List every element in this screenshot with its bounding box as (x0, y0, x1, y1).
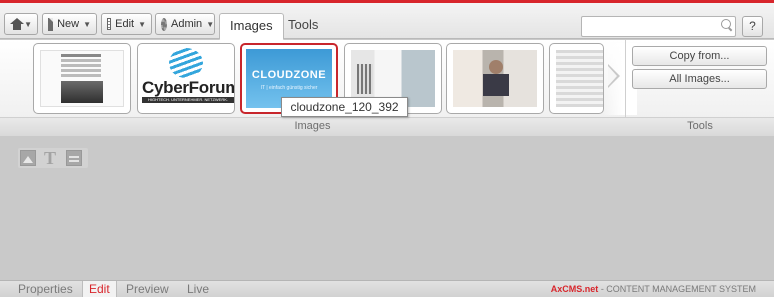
copy-from-button[interactable]: Copy from... (632, 46, 767, 66)
gear-icon (161, 17, 167, 31)
tools-group-label: Tools (687, 120, 713, 132)
ribbon-tab-bar: ▼ New ▼ Edit ▼ Admin ▼ Images Tools ? (0, 3, 774, 40)
brand-tagline: - CONTENT MANAGEMENT SYSTEM (600, 284, 756, 294)
chevron-down-icon: ▼ (206, 19, 215, 29)
cloudzone-logo-text: CLOUDZONE (251, 69, 327, 81)
ribbon-group-labels: Images Tools (0, 117, 774, 136)
all-images-button[interactable]: All Images... (632, 69, 767, 89)
insert-toolbar: T (18, 148, 88, 168)
insert-text-icon[interactable]: T (42, 149, 58, 167)
edit-button-label: Edit (115, 18, 135, 30)
person-thumbnail (453, 50, 537, 107)
chevron-down-icon: ▼ (24, 19, 32, 29)
admin-button[interactable]: Admin ▼ (155, 13, 215, 35)
gallery-item-person[interactable] (446, 43, 544, 114)
new-button[interactable]: New ▼ (42, 13, 97, 35)
ribbon-content: CyberForum HIGHTECH. UNTERNEHMER. NETZWE… (0, 40, 774, 136)
home-icon (10, 18, 25, 30)
admin-button-label: Admin (171, 18, 203, 30)
search-input[interactable] (581, 16, 736, 37)
edit-button[interactable]: Edit ▼ (101, 13, 152, 35)
tab-tools-label: Tools (288, 17, 319, 32)
insert-layout-icon[interactable] (66, 150, 82, 166)
partial-thumbnail (556, 50, 603, 107)
thumbnail-tooltip: cloudzone_120_392 (281, 97, 408, 117)
content-canvas: T (0, 137, 774, 280)
chevron-down-icon: ▼ (83, 19, 91, 29)
mode-tab-edit[interactable]: Edit (82, 281, 117, 297)
mode-tab-properties[interactable]: Properties (12, 281, 79, 297)
help-button[interactable]: ? (742, 16, 763, 37)
cloudzone-logo-subtitle: IT | einfach günstig sicher (260, 85, 318, 91)
gallery-item-document[interactable] (33, 43, 131, 114)
new-document-icon (48, 17, 54, 31)
tab-images[interactable]: Images (219, 13, 284, 40)
cyberforum-logo-subtitle: HIGHTECH. UNTERNEHMER. NETZWERK. (142, 97, 234, 103)
brand-name: AxCMS.net (550, 284, 599, 294)
edit-icon (107, 18, 112, 30)
cyberforum-logo-text: CyberForum (142, 78, 235, 97)
cyberforum-globe-logo (169, 48, 203, 78)
search-icon (721, 19, 733, 31)
mode-bar: Properties Edit Preview Live AxCMS.net -… (0, 280, 774, 297)
home-button[interactable]: ▼ (4, 13, 38, 35)
mode-tab-live[interactable]: Live (181, 281, 215, 297)
images-group-label: Images (294, 120, 331, 132)
insert-image-icon[interactable] (20, 150, 36, 166)
chevron-down-icon: ▼ (138, 19, 146, 29)
tab-images-label: Images (230, 18, 273, 33)
gallery-next-arrow-icon[interactable] (608, 64, 622, 88)
new-button-label: New (57, 18, 80, 30)
search-button[interactable] (721, 19, 733, 31)
mode-tab-preview[interactable]: Preview (120, 281, 175, 297)
brand-footer: AxCMS.net - CONTENT MANAGEMENT SYSTEM (551, 284, 756, 294)
gallery-item-partial[interactable] (549, 43, 604, 114)
tab-tools[interactable]: Tools (278, 13, 328, 40)
document-thumbnail (40, 50, 124, 107)
gallery-item-cyberforum[interactable]: CyberForum HIGHTECH. UNTERNEHMER. NETZWE… (137, 43, 235, 114)
